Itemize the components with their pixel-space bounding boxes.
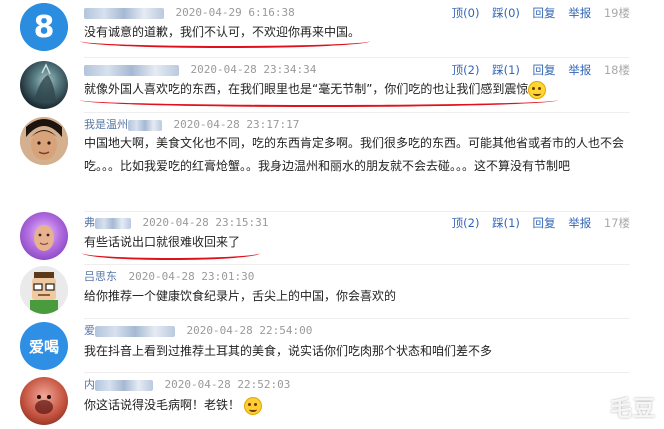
avatar-blue-8[interactable]: 8 [20,3,68,51]
comment-time: 2020-04-28 23:01:30 [128,270,255,283]
comment-time: 2020-04-29 6:16:38 [175,6,295,19]
number-8-icon: 8 [20,3,68,51]
floor-number: 17楼 [603,216,630,230]
report-link[interactable]: 举报 [568,216,591,230]
floor-number: 18楼 [603,63,630,77]
avatar-red-face[interactable] [20,377,68,425]
avatar-blue-aihe[interactable]: 爱喝 [20,322,68,370]
up-vote-link[interactable]: 顶(2) [452,216,480,230]
comment-text: 给你推荐一个健康饮食纪录片，舌尖上的中国，你会喜欢的 [84,289,397,303]
report-link[interactable]: 举报 [568,6,591,20]
avatar-cartoon-man[interactable] [20,266,68,314]
username-blurred [95,217,131,229]
username-blurred[interactable] [84,7,164,19]
down-vote-link[interactable]: 踩(1) [492,216,520,230]
reply-link[interactable]: 回复 [533,216,556,230]
divider [84,211,630,212]
comment-meta: 我是温州 2020-04-28 23:17:17 [84,117,299,133]
floor-number: 19楼 [603,6,630,20]
comment-meta: 2020-04-29 6:16:38 [84,5,295,21]
comment-text: 你这话说得没毛病啊！老铁！ [84,394,632,417]
reply-link[interactable]: 回复 [533,6,556,20]
username-blurred [128,119,162,131]
heart-eyes-emoji-icon [243,396,262,415]
watermark-logo: 毛豆 [609,397,656,422]
comment-meta: 爱 2020-04-28 22:54:00 [84,323,312,339]
divider [84,318,630,319]
down-vote-link[interactable]: 踩(1) [492,63,520,77]
comment-time: 2020-04-28 23:17:17 [173,118,300,131]
username-blurred[interactable] [84,64,179,76]
person-face-icon [20,117,68,165]
cartoon-man-icon [20,266,68,314]
comment-actions: 顶(2) 踩(1) 回复 举报 18楼 [443,62,630,78]
red-underline-annotation [80,93,558,107]
username-blurred [95,379,153,391]
divider [84,112,630,113]
reply-link[interactable]: 回复 [533,63,556,77]
report-link[interactable]: 举报 [568,63,591,77]
comment-text: 我在抖音上看到过推荐土耳其的美食，说实话你们吃肉那个状态和咱们差不多 [84,344,493,358]
comment-time: 2020-04-28 23:34:34 [190,63,317,76]
red-underline-annotation [80,34,370,48]
red-underline-annotation [82,246,260,260]
avatar-person-photo[interactable] [20,117,68,165]
comment-meta: 弗 2020-04-28 23:15:31 [84,215,268,231]
comment-time: 2020-04-28 22:54:00 [186,324,313,337]
divider [84,57,630,58]
up-vote-link[interactable]: 顶(2) [452,63,480,77]
face-icon [34,225,54,251]
comment-text: 中国地大啊，美食文化也不同，吃的东西肯定多啊。我们很多吃的东西。可能其他省或者市… [84,136,625,173]
username[interactable]: 我是温州 [84,118,128,131]
avatar-dark-fantasy[interactable] [20,61,68,109]
face-icon [35,395,53,414]
username-blurred [95,325,175,337]
comment-actions: 顶(2) 踩(1) 回复 举报 17楼 [443,215,630,231]
up-vote-link[interactable]: 顶(0) [452,6,480,20]
comment-meta: 吕思东 2020-04-28 23:01:30 [84,269,254,285]
divider [84,372,630,373]
username[interactable]: 爱 [84,324,95,337]
svg-text:8: 8 [34,10,55,45]
fantasy-figure-icon [34,63,56,101]
comment-time: 2020-04-28 22:52:03 [164,378,291,391]
username[interactable]: 内 [84,378,95,391]
down-vote-link[interactable]: 踩(0) [492,6,520,20]
divider [84,264,630,265]
avatar-purple-face[interactable] [20,212,68,260]
username[interactable]: 弗 [84,216,95,229]
comment-actions: 顶(0) 踩(0) 回复 举报 19楼 [443,5,630,21]
avatar-text: 爱喝 [28,337,59,356]
comment-meta: 2020-04-28 23:34:34 [84,62,316,78]
comment-time: 2020-04-28 23:15:31 [142,216,269,229]
comment-meta: 内 2020-04-28 22:52:03 [84,377,290,393]
username[interactable]: 吕思东 [84,270,117,283]
